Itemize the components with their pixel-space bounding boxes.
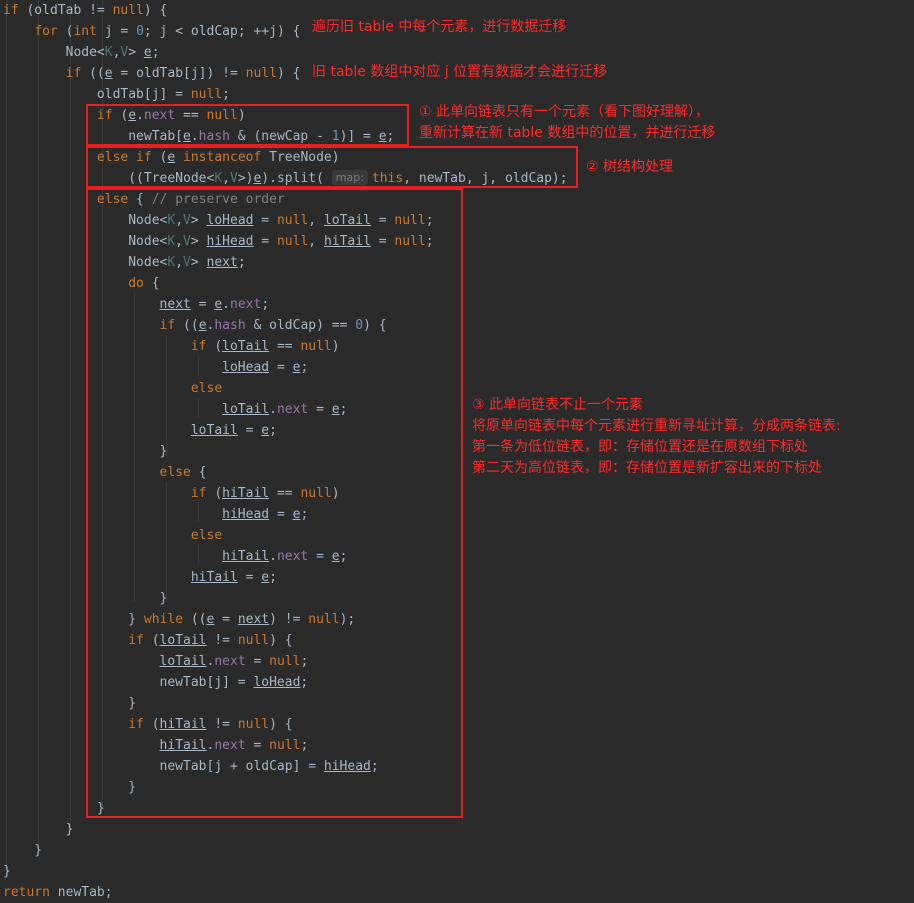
annotation-loop: 遍历旧 table 中每个元素，进行数据迁移 <box>312 19 567 35</box>
code-token: K <box>104 45 113 60</box>
code-token: ) { <box>143 3 168 18</box>
annotation-list-3: 第一条为低位链表，即：存储位置还是在原数组下标处 <box>472 439 808 455</box>
code-token: return <box>3 885 50 900</box>
code-token: null <box>190 87 223 102</box>
code-token: null <box>112 3 144 18</box>
code-token: if <box>65 66 82 81</box>
code-token: ; j < oldCap; ++j) { <box>143 24 301 39</box>
code-token: ( <box>57 24 74 39</box>
code-token: = oldTab[j]) != <box>112 66 246 81</box>
code-line: if (oldTab != null) { <box>3 0 167 21</box>
code-token: Node< <box>3 45 105 60</box>
code-line: return newTab; <box>3 882 113 903</box>
code-token: ) { <box>276 66 301 81</box>
annotation-single-2: 重新计算在新 table 数组中的位置，并进行迁移 <box>419 125 716 141</box>
code-token: newTab; <box>49 885 113 900</box>
tree-node-box <box>86 146 578 188</box>
single-node-box <box>86 104 409 146</box>
code-token: (oldTab != <box>18 3 113 18</box>
code-token: > <box>128 45 144 60</box>
code-token: } <box>3 843 43 858</box>
code-token: } <box>3 822 74 837</box>
code-token: null <box>245 66 277 81</box>
code-line: oldTab[j] = null; <box>3 84 230 105</box>
code-token: int <box>73 24 97 39</box>
code-token: e <box>104 66 113 81</box>
code-token: ; <box>151 45 160 60</box>
linked-list-box <box>86 188 463 818</box>
code-token: if <box>3 3 19 18</box>
annotation-single-1: ① 此单向链表只有一个元素（看下图好理解）， <box>419 104 709 120</box>
code-token: ; <box>222 87 230 102</box>
code-line: for (int j = 0; j < oldCap; ++j) { <box>3 21 300 42</box>
code-token: (( <box>81 66 105 81</box>
annotation-list-4: 第二天为高位链表，即：存储位置是新扩容出来的下标处 <box>472 460 822 476</box>
code-token: } <box>3 864 11 879</box>
annotation-list-2: 将原单向链表中每个元素进行重新寻址计算，分成两条链表: <box>472 418 841 434</box>
annotation-non-null: 旧 table 数组中对应 j 位置有数据才会进行迁移 <box>312 64 608 80</box>
code-token: e <box>143 45 152 60</box>
annotation-list-1: ③ 此单向链表不止一个元素 <box>472 397 644 413</box>
code-line: } <box>3 819 74 840</box>
code-line: } <box>3 840 42 861</box>
annotation-tree: ② 树结构处理 <box>586 159 674 175</box>
code-token: 0 <box>136 24 144 39</box>
code-line: } <box>3 861 11 882</box>
code-line: Node<K,V> e; <box>3 42 160 63</box>
code-token: j = <box>96 24 137 39</box>
code-line: if ((e = oldTab[j]) != null) { <box>3 63 301 84</box>
code-token: oldTab[j] = <box>3 87 191 102</box>
code-token: for <box>34 24 58 39</box>
